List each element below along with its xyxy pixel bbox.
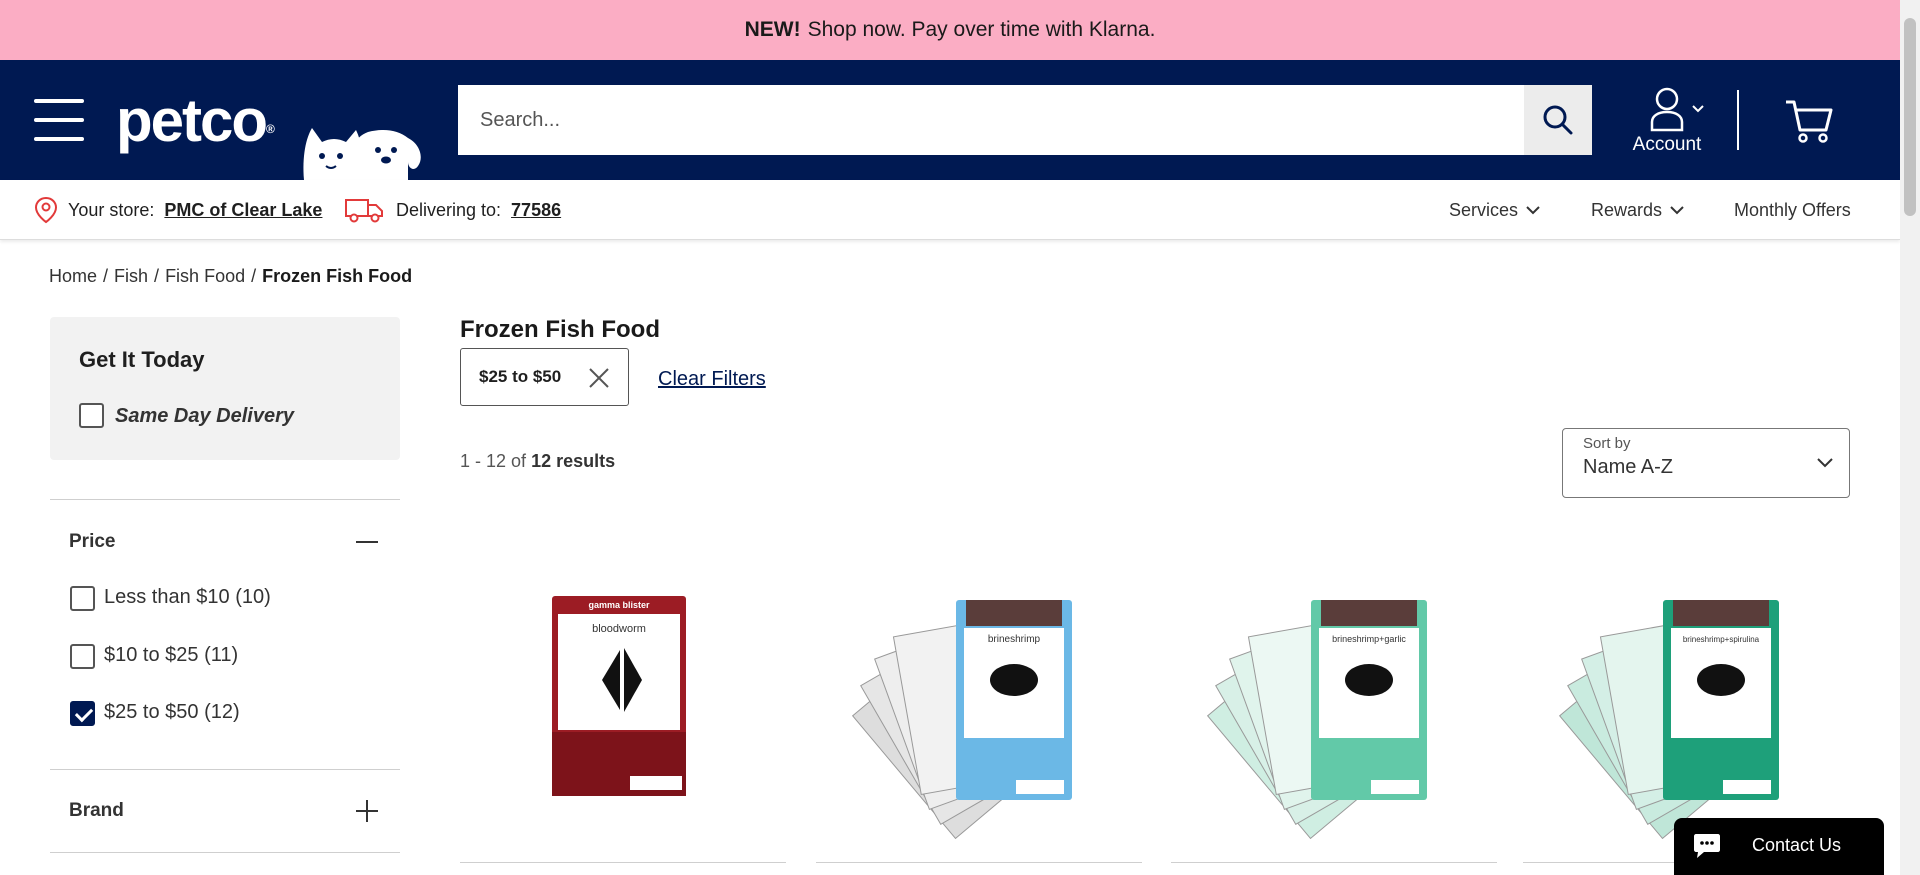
promo-new: NEW! xyxy=(744,18,801,41)
menu-icon[interactable] xyxy=(34,99,84,141)
price-25-to-50-label[interactable]: $25 to $50 (12) xyxy=(104,701,240,724)
get-it-today-panel: Get It Today Same Day Delivery xyxy=(50,317,400,460)
location-pin-icon xyxy=(34,196,58,224)
svg-text:brineshrimp+garlic: brineshrimp+garlic xyxy=(1332,634,1406,644)
product-image[interactable]: gamma blister bloodworm xyxy=(460,530,786,860)
minus-icon[interactable] xyxy=(354,529,380,555)
breadcrumb: Home / Fish / Fish Food / Frozen Fish Food xyxy=(49,266,413,286)
sort-value: Name A-Z xyxy=(1583,456,1674,478)
breadcrumb-current: Frozen Fish Food xyxy=(262,266,413,286)
account-label: Account xyxy=(1632,134,1702,155)
store-name-link[interactable]: PMC of Clear Lake xyxy=(164,200,322,221)
product-image[interactable]: brineshrimp+garlic xyxy=(1171,530,1497,860)
chevron-down-icon xyxy=(1817,458,1833,468)
chat-icon xyxy=(1694,834,1720,858)
nav-rewards-label: Rewards xyxy=(1591,199,1663,220)
search-bar xyxy=(458,85,1592,155)
svg-text:brineshrimp: brineshrimp xyxy=(988,634,1041,645)
plus-icon[interactable] xyxy=(354,798,380,824)
svg-text:bloodworm: bloodworm xyxy=(592,623,646,635)
price-less-than-10-checkbox[interactable] xyxy=(70,586,95,611)
price-facet-title[interactable]: Price xyxy=(69,531,115,553)
nav-monthly-offers-label: Monthly Offers xyxy=(1734,199,1851,220)
sort-label: Sort by xyxy=(1583,435,1631,452)
petco-logo[interactable]: petco® xyxy=(116,86,275,155)
product-card[interactable]: brineshrimp+garlic xyxy=(1171,530,1497,860)
product-divider xyxy=(1171,862,1497,863)
store-selector[interactable]: Your store: PMC of Clear Lake xyxy=(34,180,322,240)
site-header: petco® Account xyxy=(0,60,1900,180)
contact-us-button[interactable]: Contact Us xyxy=(1674,818,1884,875)
svg-text:gamma blister: gamma blister xyxy=(588,600,650,610)
search-input[interactable] xyxy=(458,85,1524,155)
clear-filters-link[interactable]: Clear Filters xyxy=(658,368,766,391)
facet-divider xyxy=(50,852,400,853)
product-divider xyxy=(460,862,786,863)
active-filter-chip[interactable]: $25 to $50 xyxy=(460,348,629,406)
user-icon xyxy=(1650,87,1704,132)
sort-dropdown[interactable]: Sort by Name A-Z xyxy=(1562,428,1850,498)
product-card[interactable]: gamma blister bloodworm xyxy=(460,530,786,860)
product-divider xyxy=(816,862,1142,863)
scrollbar-thumb[interactable] xyxy=(1904,18,1916,216)
search-icon xyxy=(1543,105,1573,135)
same-day-delivery-label[interactable]: Same Day Delivery xyxy=(115,405,294,428)
promo-text: Shop now. Pay over time with Klarna. xyxy=(807,18,1156,41)
header-divider xyxy=(1737,90,1739,150)
product-image[interactable]: brineshrimp+spirulina xyxy=(1523,530,1849,860)
zip-code-link[interactable]: 77586 xyxy=(511,200,561,221)
account-button[interactable]: Account xyxy=(1630,86,1710,156)
facet-divider xyxy=(50,499,400,500)
nav-monthly-offers[interactable]: Monthly Offers xyxy=(1734,180,1851,240)
price-less-than-10-label[interactable]: Less than $10 (10) xyxy=(104,586,271,609)
page-scrollbar[interactable] xyxy=(1900,0,1920,875)
close-icon[interactable] xyxy=(588,367,610,389)
nav-services[interactable]: Services xyxy=(1449,180,1542,240)
promo-banner[interactable]: NEW! Shop now. Pay over time with Klarna… xyxy=(0,0,1900,60)
chevron-down-icon xyxy=(1526,206,1540,215)
page-title: Frozen Fish Food xyxy=(460,316,660,343)
pet-mascot-icon xyxy=(303,128,421,180)
delivery-selector[interactable]: Delivering to: 77586 xyxy=(344,180,561,240)
nav-services-label: Services xyxy=(1449,199,1519,220)
breadcrumb-home[interactable]: Home xyxy=(49,266,97,286)
price-10-to-25-label[interactable]: $10 to $25 (11) xyxy=(104,644,238,667)
results-count: 1 - 12 of 12 results xyxy=(460,451,616,471)
facet-divider xyxy=(50,769,400,770)
chevron-down-icon xyxy=(1670,206,1684,215)
delivery-truck-icon xyxy=(345,199,383,223)
svg-text:brineshrimp+spirulina: brineshrimp+spirulina xyxy=(1683,635,1760,644)
price-25-to-50-checkbox[interactable] xyxy=(70,701,95,726)
delivering-label: Delivering to: xyxy=(396,199,502,220)
get-it-today-title: Get It Today xyxy=(79,347,205,372)
active-filter-label: $25 to $50 xyxy=(479,367,562,386)
price-10-to-25-checkbox[interactable] xyxy=(70,644,95,669)
product-card[interactable]: brineshrimp xyxy=(816,530,1142,860)
nav-rewards[interactable]: Rewards xyxy=(1591,180,1686,240)
search-button[interactable] xyxy=(1524,85,1592,155)
breadcrumb-fish[interactable]: Fish xyxy=(114,266,148,286)
contact-us-label: Contact Us xyxy=(1752,835,1842,855)
product-card[interactable]: brineshrimp+spirulina xyxy=(1523,530,1849,860)
store-label: Your store: xyxy=(68,199,155,220)
store-bar: Your store: PMC of Clear Lake Delivering… xyxy=(0,180,1900,240)
breadcrumb-fish-food[interactable]: Fish Food xyxy=(165,266,245,286)
product-image[interactable]: brineshrimp xyxy=(816,530,1142,860)
cart-icon[interactable] xyxy=(1784,96,1834,144)
same-day-delivery-checkbox[interactable] xyxy=(79,403,104,428)
brand-facet-title[interactable]: Brand xyxy=(69,800,124,822)
